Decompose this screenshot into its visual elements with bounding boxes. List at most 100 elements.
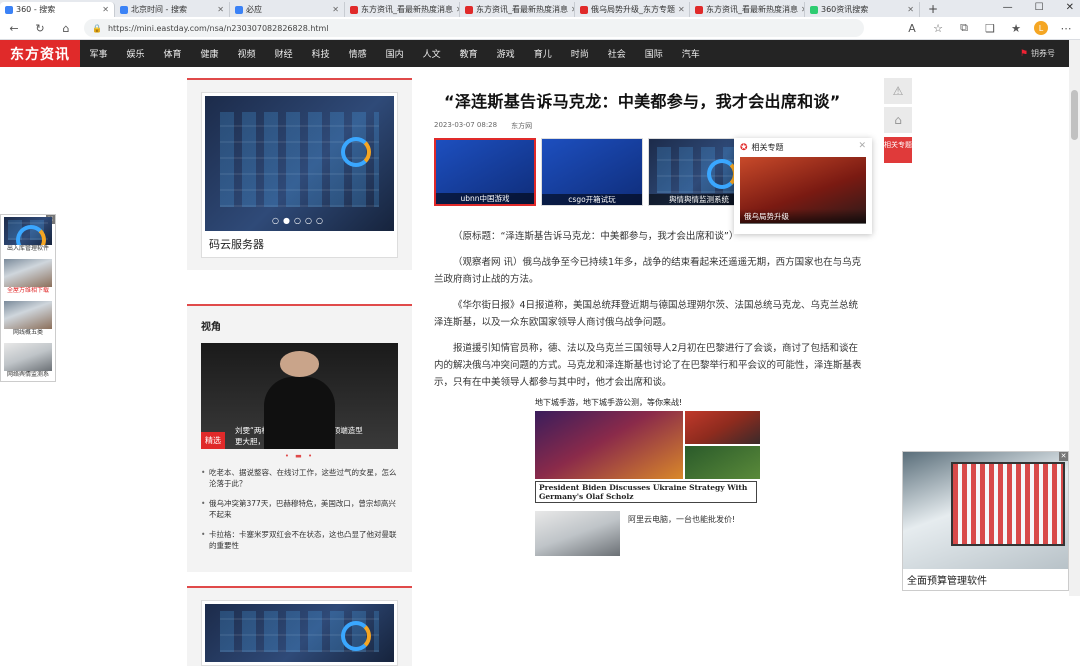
- game-ad-image-2[interactable]: [685, 411, 760, 444]
- close-tab-icon[interactable]: ✕: [332, 5, 339, 14]
- floating-ad-item[interactable]: 出入库管理软件: [1, 215, 55, 257]
- budget-software-label[interactable]: 全面预算管理软件: [903, 569, 1068, 590]
- close-tab-icon[interactable]: ✕: [217, 5, 224, 14]
- nav-link[interactable]: 军事: [80, 47, 117, 60]
- tab-favicon-icon: [810, 5, 818, 14]
- section-title: 视角: [201, 322, 221, 333]
- nav-link[interactable]: 情感: [339, 47, 376, 60]
- tab-favicon-icon: [5, 5, 13, 14]
- browser-tab[interactable]: 必应 ✕: [230, 2, 345, 17]
- carousel-dots[interactable]: ○●○○○: [205, 216, 394, 225]
- image-thumb[interactable]: ubnn中国游戏: [434, 138, 536, 206]
- browser-tab[interactable]: 北京时间 - 搜索 ✕: [115, 2, 230, 17]
- extensions-icon[interactable]: ⧉: [956, 20, 972, 36]
- read-aloud-icon[interactable]: A: [904, 20, 920, 36]
- tab-title: 东方资讯_看最新热度消息: [476, 5, 568, 14]
- close-window-icon[interactable]: ✕: [1066, 2, 1074, 13]
- nav-link[interactable]: 社会: [598, 47, 635, 60]
- nav-link[interactable]: 教育: [450, 47, 487, 60]
- browser-tab[interactable]: 东方资讯_看最新热度消息✕: [690, 2, 805, 17]
- nav-link[interactable]: 娱乐: [117, 47, 154, 60]
- list-item[interactable]: 吃老本、据说整容、在线讨工作，这些过气的女星，怎么沦落于此？: [201, 467, 398, 489]
- featured-pager[interactable]: • ▬ •: [201, 452, 398, 460]
- list-item[interactable]: 俄乌冲突第377天，巴赫穆特危，美国改口，曾宗却高兴不起来: [201, 498, 398, 520]
- server-ad[interactable]: ○●○○○ 码云服务器: [201, 92, 398, 258]
- dashboard-image: ○●○○○: [205, 96, 394, 231]
- dashboard-image-2: [205, 604, 394, 662]
- favorites-icon[interactable]: ★: [1008, 20, 1024, 36]
- nav-link[interactable]: 游戏: [487, 47, 524, 60]
- close-tab-icon[interactable]: ✕: [678, 5, 685, 14]
- favorite-star-icon[interactable]: ☆: [930, 20, 946, 36]
- close-icon[interactable]: ✕: [1059, 452, 1068, 461]
- server-ad-label: 码云服务器: [209, 238, 264, 251]
- tab-favicon-icon: [350, 5, 358, 14]
- nav-link[interactable]: 时尚: [561, 47, 598, 60]
- browser-tab[interactable]: 东方资讯_看最新热度消息✕: [345, 2, 460, 17]
- computer-ad-text[interactable]: 阿里云电脑，一台也能批发价!: [628, 514, 735, 525]
- address-bar[interactable]: 🔒 https://mini.eastday.com/nsa/n23030708…: [84, 19, 864, 37]
- news-banner[interactable]: President Biden Discusses Ukraine Strate…: [535, 481, 757, 503]
- list-item[interactable]: 卡拉格：卡塞米罗双红会不在状态，这也凸显了他对曼联的重要性: [201, 529, 398, 551]
- related-topic-button[interactable]: 相关专题: [884, 137, 912, 163]
- collections-icon[interactable]: ❑: [982, 20, 998, 36]
- budget-software-image[interactable]: [903, 452, 1068, 569]
- topic-caption[interactable]: 俄乌局势升级: [740, 209, 866, 224]
- tab-title: 必应: [246, 5, 262, 14]
- nav-link[interactable]: 人文: [413, 47, 450, 60]
- browser-tab[interactable]: 360 - 搜索 ✕: [0, 2, 115, 17]
- nav-link[interactable]: 科技: [302, 47, 339, 60]
- nav-link[interactable]: 国际: [635, 47, 672, 60]
- computer-ad-image[interactable]: [535, 511, 620, 556]
- featured-image[interactable]: 精选 刘雯“两根带条过膝”惹争议，顶端造型更大胆，用手挡脸防走光: [201, 343, 398, 449]
- scrollbar-thumb[interactable]: [1071, 90, 1078, 140]
- report-icon[interactable]: ⚠: [884, 78, 912, 104]
- right-floating-ad[interactable]: ✕ 全面预算管理软件: [902, 451, 1069, 591]
- related-topic-popup[interactable]: ✪ 相关专题 ✕ 俄乌局势升级: [734, 138, 872, 234]
- floating-ad-item[interactable]: 网络舆情监测系: [1, 341, 55, 383]
- profile-avatar[interactable]: L: [1034, 21, 1048, 35]
- floating-ad-item[interactable]: 全屋万维相下载: [1, 257, 55, 299]
- floating-ad-label: 网络舆情监测系: [6, 371, 49, 378]
- user-link[interactable]: ⚑ 钥券号: [1020, 48, 1055, 59]
- browser-tab[interactable]: 360资讯搜索 ✕: [805, 2, 920, 17]
- url-text: https://mini.eastday.com/nsa/n2303070828…: [107, 23, 329, 33]
- close-tab-icon[interactable]: ✕: [907, 5, 914, 14]
- site-logo[interactable]: 东方资讯: [0, 40, 80, 67]
- browser-tab[interactable]: 俄乌局势升级_东方专题 ✕: [575, 2, 690, 17]
- nav-link[interactable]: 育儿: [524, 47, 561, 60]
- nav-link[interactable]: 国内: [376, 47, 413, 60]
- refresh-icon[interactable]: ↻: [32, 20, 48, 36]
- inline-ad-title[interactable]: 地下城手游，地下城手游公测，等你来战!: [535, 397, 761, 408]
- thumb-caption: ubnn中国游戏: [436, 193, 534, 204]
- game-ad-image[interactable]: [535, 411, 683, 479]
- page-scrollbar[interactable]: [1069, 40, 1080, 596]
- nav-link[interactable]: 健康: [191, 47, 228, 60]
- home-icon[interactable]: ⌂: [58, 20, 74, 36]
- article-source[interactable]: 东方网: [511, 121, 532, 131]
- minimize-icon[interactable]: —: [1003, 2, 1013, 13]
- article-paragraph: （观察者网 讯）俄乌战争至今已持续1年多，战争的结束看起来还遥遥无期，西方国家也…: [434, 257, 862, 285]
- game-ad-image-3[interactable]: [685, 446, 760, 479]
- image-thumb[interactable]: csgo开箱试玩: [541, 138, 643, 206]
- inline-ad[interactable]: 地下城手游，地下城手游公测，等你来战! President Biden Disc…: [535, 397, 761, 556]
- back-icon[interactable]: ←: [6, 20, 22, 36]
- floating-ad-label: 出入库管理软件: [6, 245, 49, 252]
- nav-link[interactable]: 视频: [228, 47, 265, 60]
- featured-caption[interactable]: 刘雯“两根带条过膝”惹争议，顶端造型更大胆，用手挡脸防走光: [235, 425, 368, 447]
- close-icon[interactable]: ✕: [858, 141, 866, 151]
- article-paragraph: 《华尔街日报》4日报道称，美国总统拜登近期与德国总理朔尔茨、法国总统马克龙、乌克…: [434, 300, 859, 328]
- floating-ad-item[interactable]: 网线概五类: [1, 299, 55, 341]
- new-tab-button[interactable]: +: [920, 2, 946, 17]
- tab-strip: 360 - 搜索✕北京时间 - 搜索✕必应✕东方资讯_看最新热度消息✕东方资讯_…: [0, 0, 1080, 17]
- nav-link[interactable]: 汽车: [672, 47, 709, 60]
- close-tab-icon[interactable]: ✕: [102, 5, 109, 14]
- more-menu-icon[interactable]: ⋯: [1058, 20, 1074, 36]
- bottom-ad[interactable]: [201, 600, 398, 666]
- tab-title: 360资讯搜索: [821, 5, 869, 14]
- maximize-icon[interactable]: ☐: [1035, 2, 1044, 13]
- home-icon-2[interactable]: ⌂: [884, 107, 912, 133]
- nav-link[interactable]: 财经: [265, 47, 302, 60]
- browser-tab[interactable]: 东方资讯_看最新热度消息✕: [460, 2, 575, 17]
- nav-link[interactable]: 体育: [154, 47, 191, 60]
